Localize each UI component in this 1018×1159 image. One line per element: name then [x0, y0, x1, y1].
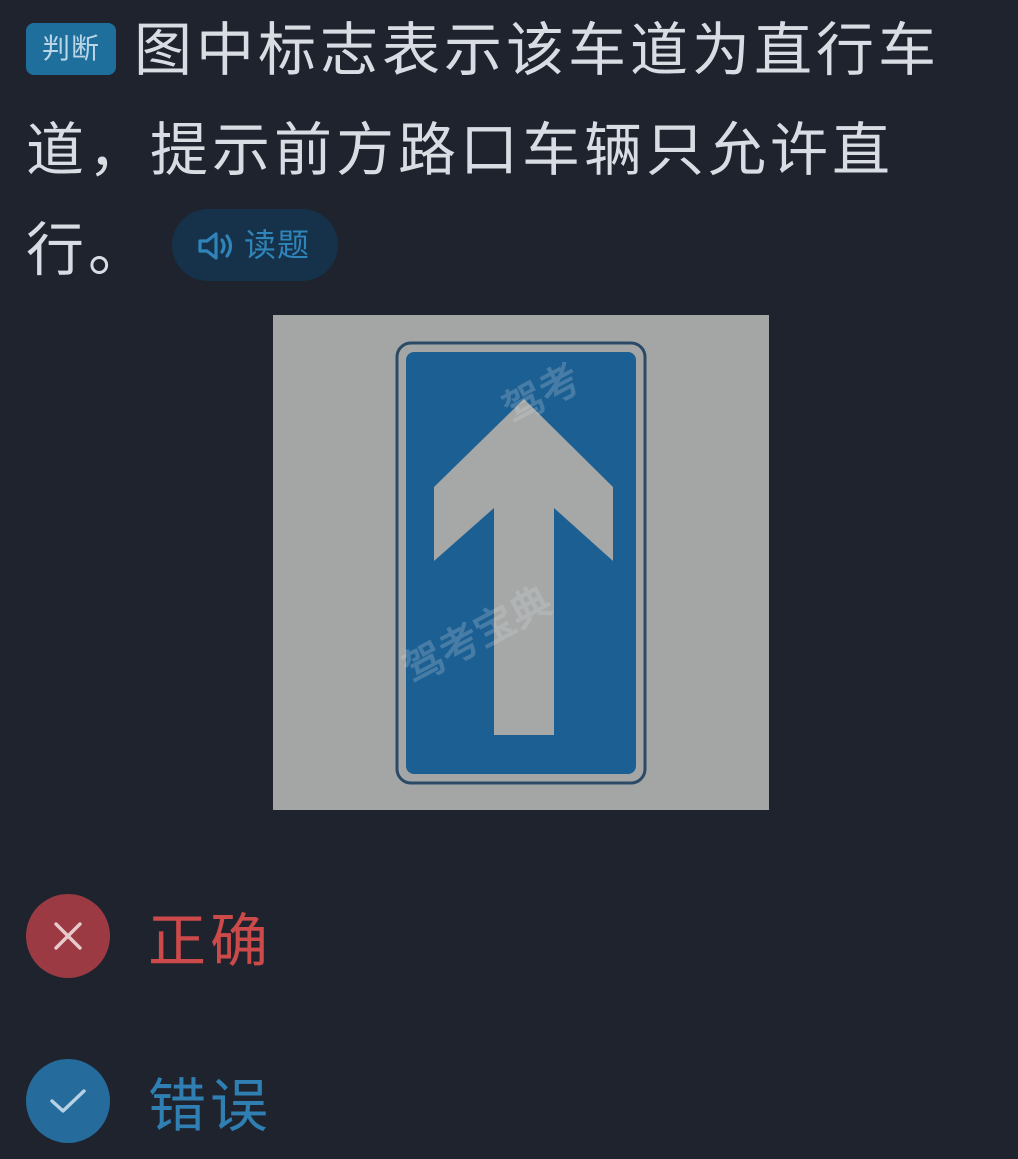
question-image: 驾考 驾考宝典 [273, 315, 769, 810]
option-a-status [26, 894, 110, 978]
check-icon [50, 1089, 86, 1113]
question-text: 图中标志表示该车道为直行车道，提示前方路口车辆只允许直行。 [26, 16, 941, 284]
option-label: 错误 [148, 1072, 273, 1140]
close-icon [54, 922, 82, 950]
option-incorrect[interactable]: 错误 [26, 1059, 272, 1143]
read-question-label: 读题 [244, 226, 311, 264]
straight-lane-sign: 驾考 驾考宝典 [273, 315, 769, 810]
question-text-block: 判断 图中标志表示该车道为直行车道，提示前方路口车辆只允许直行。 读题 [26, 0, 986, 300]
option-correct[interactable]: 正确 [26, 894, 272, 978]
option-label: 正确 [148, 907, 273, 975]
speaker-icon [198, 232, 233, 260]
question-type-tag: 判断 [26, 23, 117, 75]
option-b-status [26, 1059, 110, 1143]
read-question-button[interactable]: 读题 [172, 209, 339, 281]
